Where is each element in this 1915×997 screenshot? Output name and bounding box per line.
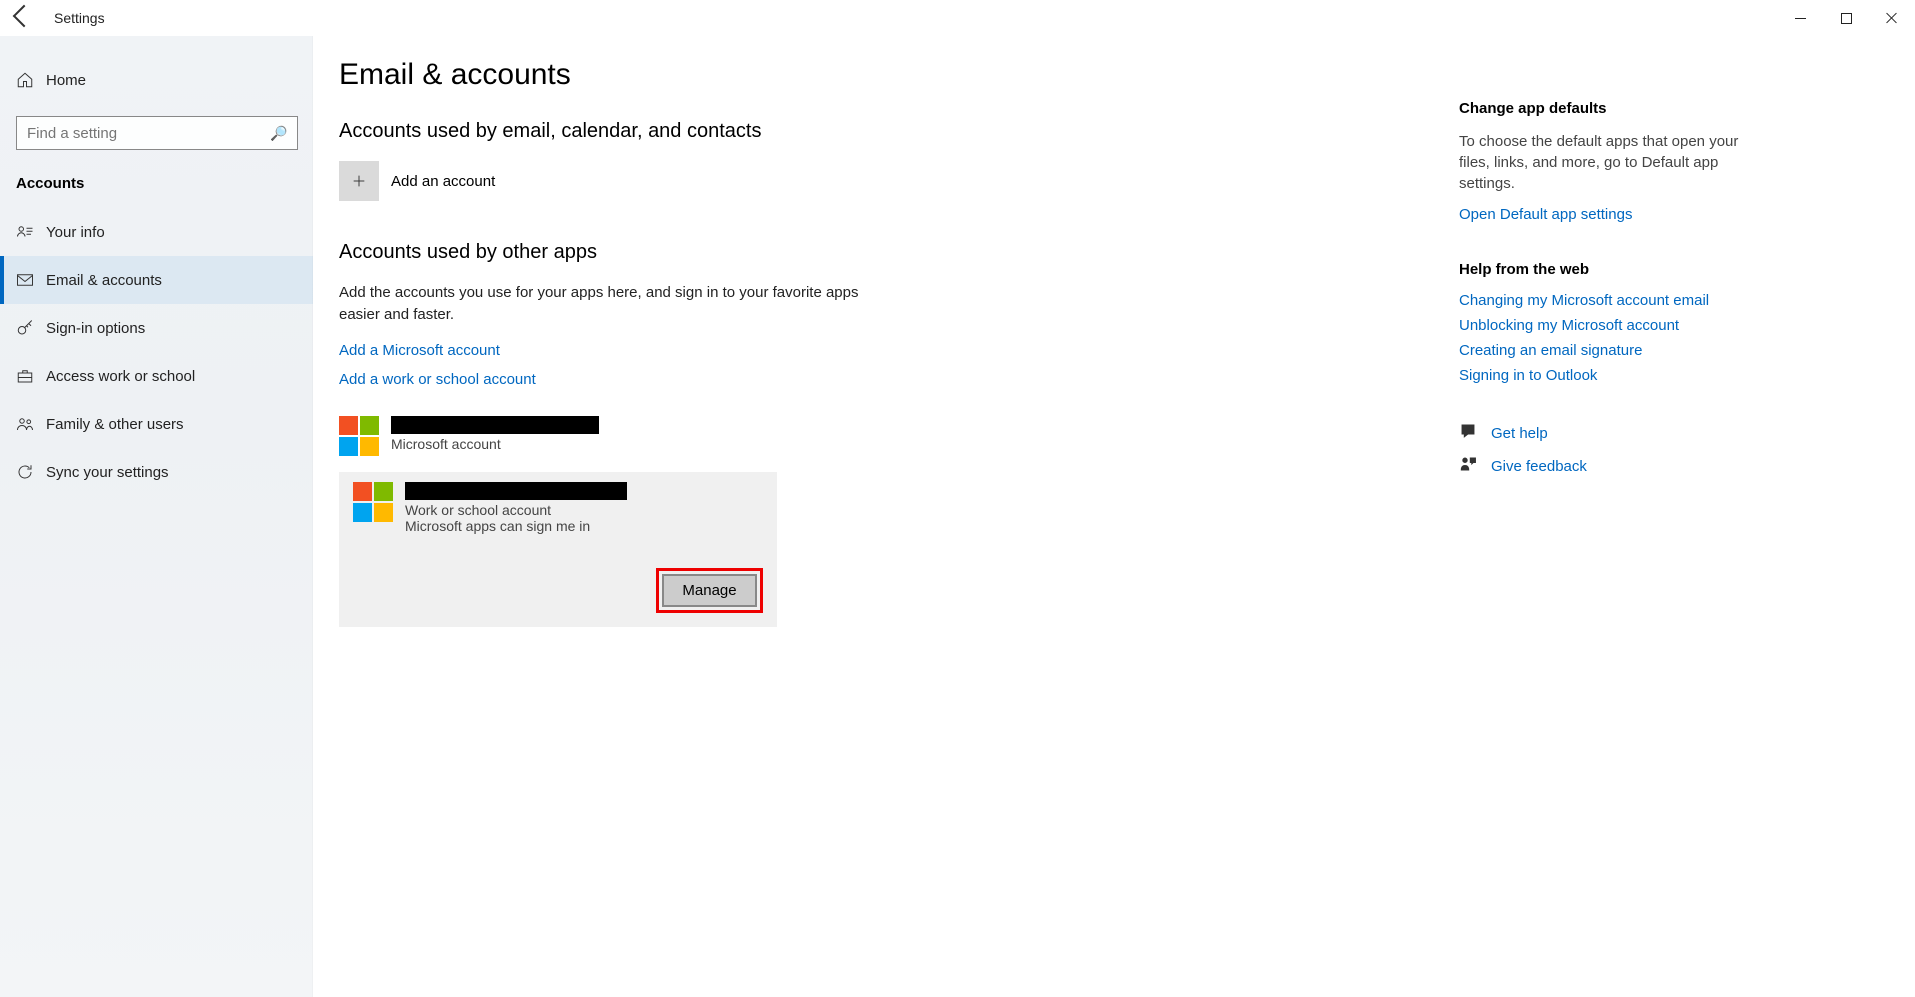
plus-icon [339,161,379,201]
add-account-button[interactable]: Add an account [339,161,1099,201]
section-other-apps-heading: Accounts used by other apps [339,241,1099,264]
account-sub-detail: Microsoft apps can sign me in [405,518,627,534]
sidebar-item-email-accounts[interactable]: Email & accounts [0,256,313,304]
account-name-redacted [405,482,627,500]
sidebar-item-sync-settings[interactable]: Sync your settings [0,448,313,496]
change-defaults-heading: Change app defaults [1459,100,1759,117]
highlight-annotation: Manage [656,568,763,613]
sidebar-item-your-info[interactable]: Your info [0,208,313,256]
right-panel: Change app defaults To choose the defaul… [1459,100,1759,488]
microsoft-logo-icon [353,482,393,522]
sidebar-item-family-users[interactable]: Family & other users [0,400,313,448]
search-icon: 🔍 [270,125,287,142]
link-help-signing-outlook[interactable]: Signing in to Outlook [1459,367,1759,384]
search-box[interactable]: 🔍 [16,116,298,150]
sidebar-home-label: Home [46,72,86,89]
sidebar-item-label: Your info [46,224,105,241]
manage-button[interactable]: Manage [662,574,757,607]
account-item-microsoft[interactable]: Microsoft account [339,408,1099,464]
sidebar-item-label: Sign-in options [46,320,145,337]
titlebar: Settings [0,0,1915,36]
sidebar-item-label: Family & other users [46,416,184,433]
briefcase-icon [16,367,46,385]
search-input[interactable] [27,125,270,142]
get-help-icon [1459,422,1477,445]
link-help-unblocking-account[interactable]: Unblocking my Microsoft account [1459,317,1759,334]
change-defaults-text: To choose the default apps that open you… [1459,131,1759,194]
sidebar-item-label: Sync your settings [46,464,169,481]
section-other-apps-desc: Add the accounts you use for your apps h… [339,282,859,326]
account-subtitle: Microsoft account [391,436,599,452]
people-icon [16,415,46,433]
add-account-label: Add an account [391,173,495,190]
home-icon [16,71,46,89]
link-give-feedback[interactable]: Give feedback [1491,458,1587,475]
link-get-help[interactable]: Get help [1491,425,1548,442]
mail-icon [16,271,46,289]
maximize-button[interactable] [1823,0,1869,36]
minimize-button[interactable] [1777,0,1823,36]
link-add-work-school-account[interactable]: Add a work or school account [339,371,1099,388]
main-content: Email & accounts Accounts used by email,… [313,36,1915,997]
give-feedback-icon [1459,455,1477,478]
help-from-web-heading: Help from the web [1459,261,1759,278]
sidebar-section-title: Accounts [0,158,313,208]
sidebar-item-label: Email & accounts [46,272,162,289]
back-button[interactable] [10,8,32,29]
sidebar-home[interactable]: Home [0,56,313,104]
account-subtitle: Work or school account [405,502,627,518]
sidebar-item-label: Access work or school [46,368,195,385]
sidebar-item-access-work-school[interactable]: Access work or school [0,352,313,400]
sync-icon [16,463,46,481]
link-help-email-signature[interactable]: Creating an email signature [1459,342,1759,359]
link-help-changing-email[interactable]: Changing my Microsoft account email [1459,292,1759,309]
link-add-microsoft-account[interactable]: Add a Microsoft account [339,342,1099,359]
sidebar: Home 🔍 Accounts Your info Email & accoun… [0,36,313,997]
page-title: Email & accounts [339,58,1099,92]
microsoft-logo-icon [339,416,379,456]
section-email-accounts-heading: Accounts used by email, calendar, and co… [339,120,1099,143]
link-open-default-app-settings[interactable]: Open Default app settings [1459,206,1759,223]
close-button[interactable] [1869,0,1915,36]
window-title: Settings [54,10,105,26]
key-icon [16,319,46,337]
account-name-redacted [391,416,599,434]
sidebar-item-signin-options[interactable]: Sign-in options [0,304,313,352]
user-card-icon [16,223,46,241]
account-item-work-school[interactable]: Work or school account Microsoft apps ca… [339,472,777,627]
